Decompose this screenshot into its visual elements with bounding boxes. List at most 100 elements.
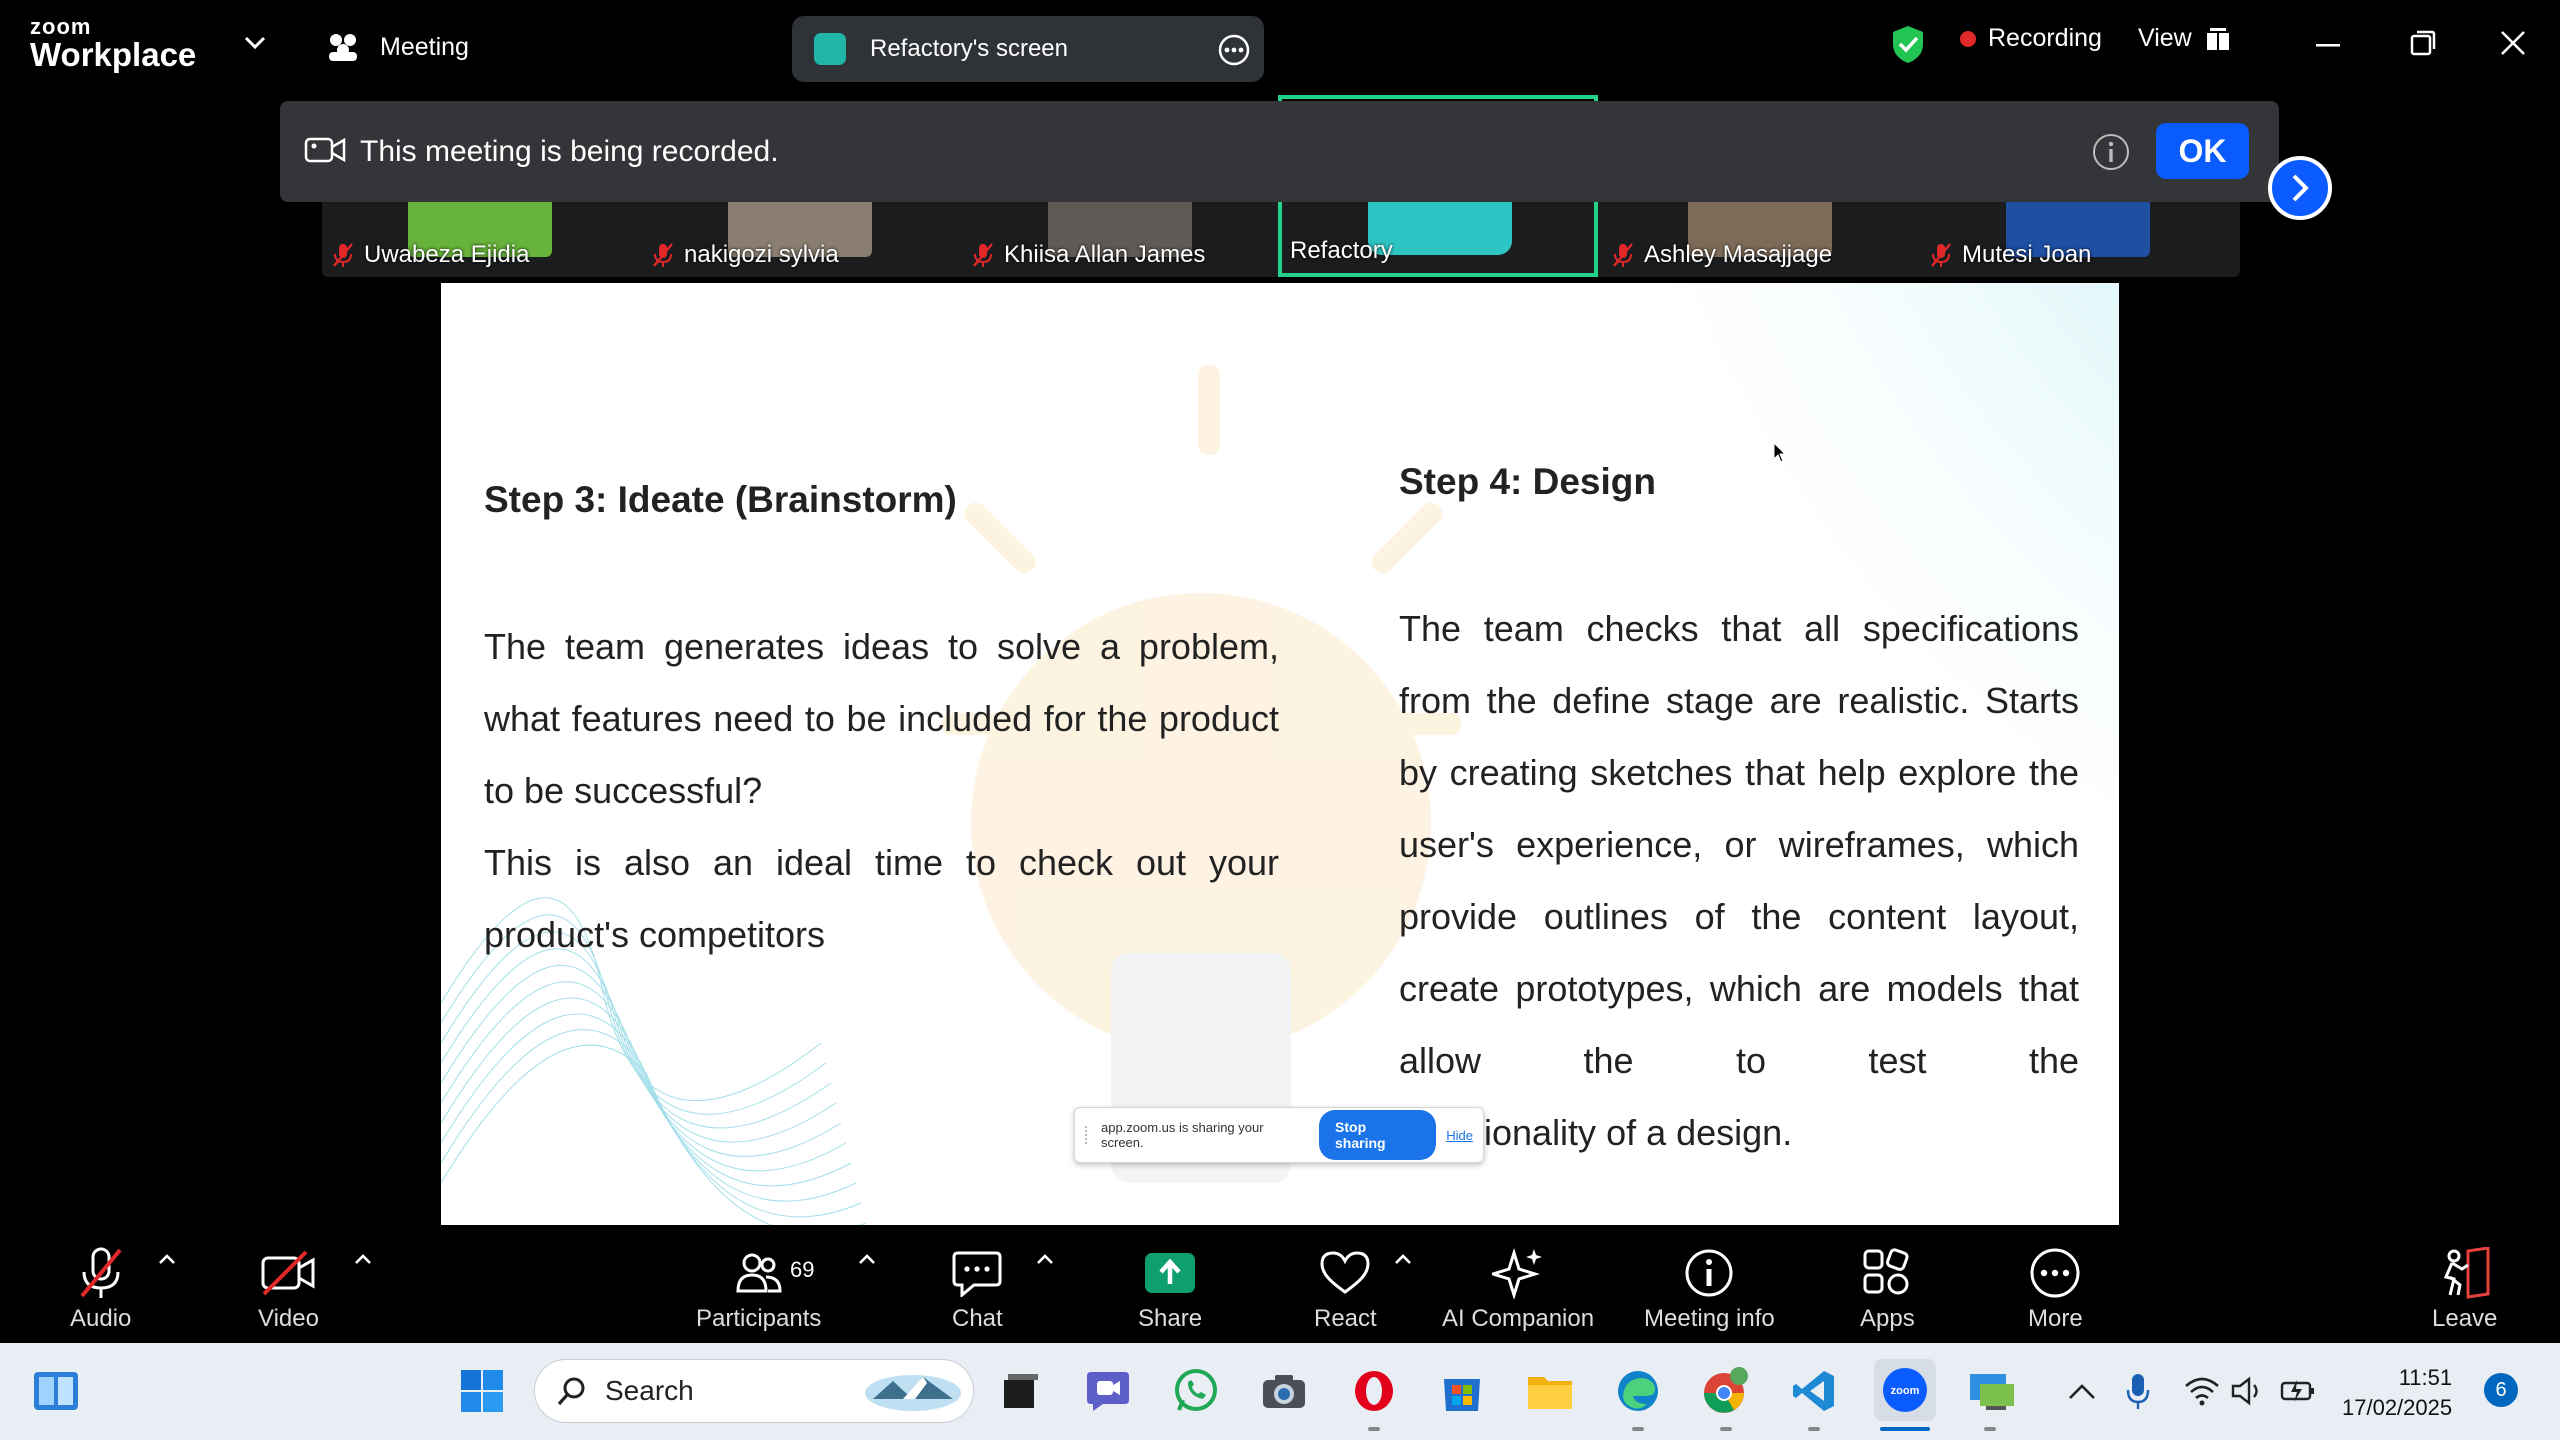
participant-name: Ashley Masajjage bbox=[1644, 241, 1833, 268]
recording-message: This meeting is being recorded. bbox=[360, 135, 779, 168]
drag-handle[interactable] bbox=[1085, 1126, 1091, 1144]
clock-time: 11:51 bbox=[2398, 1365, 2453, 1390]
more-options-icon[interactable] bbox=[1218, 34, 1250, 66]
zoom-app-icon[interactable]: zoom bbox=[1874, 1359, 1936, 1421]
title-bar: zoom Workplace Meeting Refactory's scree… bbox=[0, 0, 2560, 92]
participant-tile[interactable]: Khiisa Allan James bbox=[962, 195, 1282, 277]
microsoft-store-icon[interactable] bbox=[1436, 1365, 1488, 1417]
svg-text:zoom: zoom bbox=[1891, 1385, 1920, 1397]
apps-button[interactable]: Apps bbox=[1860, 1245, 1915, 1333]
step3-heading: Step 3: Ideate (Brainstorm) bbox=[484, 479, 957, 520]
mic-muted-icon bbox=[1612, 242, 1634, 268]
chevron-down-icon[interactable] bbox=[244, 36, 266, 50]
taskbar-search[interactable]: Search bbox=[534, 1359, 974, 1423]
hide-link[interactable]: Hide bbox=[1446, 1128, 1473, 1143]
search-icon bbox=[557, 1376, 587, 1406]
people-icon bbox=[326, 32, 360, 62]
heart-icon bbox=[1319, 1245, 1371, 1301]
apps-icon bbox=[1862, 1245, 1912, 1301]
participant-name: Mutesi Joan bbox=[1962, 241, 2092, 268]
leave-label: Leave bbox=[2432, 1305, 2498, 1332]
video-label: Video bbox=[258, 1305, 319, 1332]
volume-icon[interactable] bbox=[2222, 1365, 2274, 1417]
recording-indicator[interactable]: Recording bbox=[1960, 24, 2102, 53]
audio-button[interactable]: Audio bbox=[70, 1245, 131, 1333]
wifi-icon[interactable] bbox=[2176, 1365, 2228, 1417]
info-icon bbox=[1684, 1245, 1734, 1301]
whatsapp-icon[interactable] bbox=[1170, 1365, 1222, 1417]
react-caret-icon[interactable] bbox=[1394, 1253, 1412, 1265]
windows-taskbar: Search zoom 11:51 17/02/2025 6 bbox=[0, 1343, 2560, 1440]
minimize-button[interactable] bbox=[2316, 44, 2340, 48]
mic-muted-icon bbox=[1930, 242, 1952, 268]
participant-tile[interactable]: Mutesi Joan bbox=[1920, 195, 2240, 277]
mic-muted-icon bbox=[652, 242, 674, 268]
remote-desktop-icon[interactable] bbox=[1966, 1365, 2018, 1417]
screen-share-notice: app.zoom.us is sharing your screen. Stop… bbox=[1074, 1107, 1484, 1163]
audio-options-caret-icon[interactable] bbox=[158, 1253, 176, 1265]
chat-label: Chat bbox=[952, 1305, 1003, 1332]
video-camera-icon bbox=[304, 135, 346, 165]
meeting-toolbar: Audio Video Participants 69 Chat Share R… bbox=[0, 1225, 2560, 1343]
step3-paragraph: The team generates ideas to solve a prob… bbox=[484, 626, 1279, 811]
video-options-caret-icon[interactable] bbox=[354, 1253, 372, 1265]
mic-muted-icon bbox=[972, 242, 994, 268]
file-explorer-icon[interactable] bbox=[1524, 1365, 1576, 1417]
view-button[interactable]: View bbox=[2138, 24, 2230, 53]
participant-tile[interactable]: Uwabeza Ejidia bbox=[322, 195, 642, 277]
opera-browser-icon[interactable] bbox=[1348, 1365, 1400, 1417]
shared-screen-label: Refactory's screen bbox=[870, 35, 1068, 62]
restore-button[interactable] bbox=[2410, 30, 2436, 56]
chat-button[interactable]: Chat bbox=[952, 1245, 1003, 1333]
react-button[interactable]: React bbox=[1314, 1245, 1377, 1333]
video-button[interactable]: Video bbox=[258, 1245, 319, 1333]
more-button[interactable]: More bbox=[2028, 1245, 2083, 1333]
participant-tile[interactable]: nakigozi sylvia bbox=[642, 195, 962, 277]
chevron-up-icon[interactable] bbox=[2056, 1365, 2108, 1417]
more-icon bbox=[2029, 1245, 2081, 1301]
mic-muted-icon bbox=[332, 242, 354, 268]
camera-app-icon[interactable] bbox=[1258, 1365, 1310, 1417]
participant-name: Refactory bbox=[1290, 237, 1393, 264]
ai-companion-button[interactable]: AI Companion bbox=[1442, 1245, 1594, 1333]
leave-door-icon bbox=[2438, 1245, 2492, 1301]
search-highlight-image-icon bbox=[863, 1369, 963, 1413]
more-label: More bbox=[2028, 1305, 2083, 1332]
chat-caret-icon[interactable] bbox=[1036, 1253, 1054, 1265]
meeting-menu[interactable]: Meeting bbox=[326, 32, 469, 62]
view-label: View bbox=[2138, 24, 2192, 52]
participant-name: Khiisa Allan James bbox=[1004, 241, 1206, 268]
participant-strip: Uwabeza Ejidia nakigozi sylvia Khiisa Al… bbox=[322, 95, 2240, 277]
windows-start-icon[interactable] bbox=[456, 1365, 508, 1417]
share-button[interactable]: Share bbox=[1138, 1245, 1202, 1333]
stop-sharing-button[interactable]: Stop sharing bbox=[1319, 1110, 1437, 1160]
encryption-shield-icon[interactable] bbox=[1890, 24, 1926, 64]
leave-button[interactable]: Leave bbox=[2432, 1245, 2497, 1333]
edge-browser-icon[interactable] bbox=[1612, 1365, 1664, 1417]
teams-chat-icon[interactable] bbox=[1082, 1365, 1134, 1417]
close-button[interactable] bbox=[2500, 30, 2526, 56]
microphone-icon[interactable] bbox=[2112, 1365, 2164, 1417]
participants-count: 69 bbox=[790, 1257, 815, 1282]
shared-screen-pill[interactable]: Refactory's screen bbox=[792, 16, 1264, 82]
meeting-info-label: Meeting info bbox=[1644, 1305, 1775, 1332]
participant-name: Uwabeza Ejidia bbox=[364, 241, 530, 268]
widgets-icon[interactable] bbox=[30, 1365, 82, 1417]
vscode-icon[interactable] bbox=[1788, 1365, 1840, 1417]
participants-caret-icon[interactable] bbox=[858, 1253, 876, 1265]
video-off-icon bbox=[260, 1245, 316, 1301]
meeting-info-button[interactable]: Meeting info bbox=[1644, 1245, 1775, 1333]
ok-button[interactable]: OK bbox=[2156, 123, 2249, 179]
system-clock[interactable]: 11:51 17/02/2025 bbox=[2342, 1363, 2452, 1423]
zoom-logo: zoom Workplace bbox=[30, 16, 196, 72]
battery-charging-icon[interactable] bbox=[2272, 1365, 2324, 1417]
recording-banner: This meeting is being recorded. OK bbox=[280, 101, 2279, 202]
next-page-arrow-icon[interactable] bbox=[2268, 156, 2332, 220]
participant-tile[interactable]: Ashley Masajjage bbox=[1602, 195, 1922, 277]
notification-badge[interactable]: 6 bbox=[2484, 1373, 2518, 1407]
chrome-browser-icon[interactable] bbox=[1700, 1365, 1752, 1417]
grid-view-icon bbox=[2206, 27, 2230, 51]
info-icon[interactable] bbox=[2092, 133, 2130, 171]
task-view-icon[interactable] bbox=[994, 1365, 1046, 1417]
clock-date: 17/02/2025 bbox=[2342, 1395, 2453, 1420]
